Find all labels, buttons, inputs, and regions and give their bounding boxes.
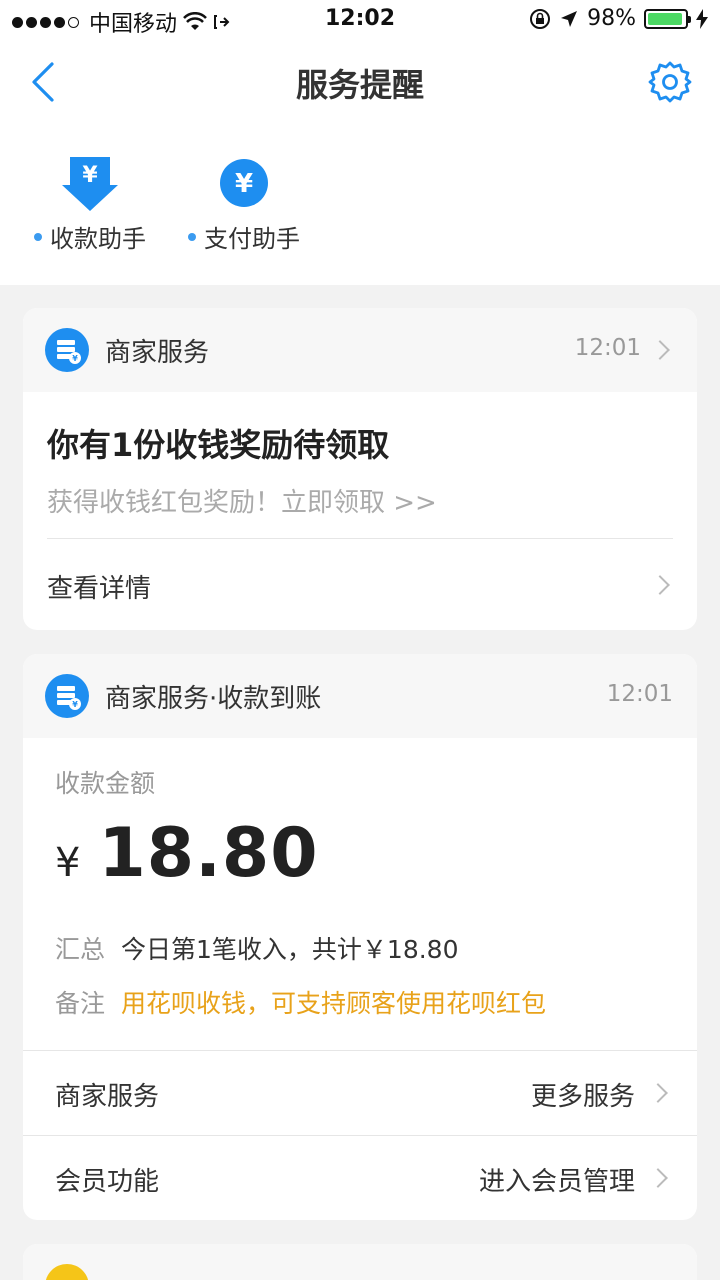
reward-title: 你有1份收钱奖励待领取 — [47, 426, 390, 464]
location-arrow-icon — [561, 10, 578, 27]
amount-label: 收款金额 — [55, 769, 156, 798]
service-name: 商家服务 — [105, 338, 210, 368]
svg-text:¥: ¥ — [235, 169, 253, 199]
summary-value: 今日第1笔收入，共计￥18.80 — [121, 935, 459, 964]
assistant-receive[interactable]: ¥ 收款助手 — [30, 155, 150, 254]
svg-text:¥: ¥ — [72, 354, 78, 363]
chevron-right-icon — [648, 1083, 668, 1103]
remark-row: 备注 用花呗收钱，可支持顾客使用花呗红包 — [55, 984, 546, 1020]
member-management-link[interactable]: 进入会员管理 — [479, 1161, 635, 1198]
currency-symbol: ¥ — [55, 840, 81, 886]
amount-display: ¥ 18.80 — [55, 814, 319, 893]
assistant-label: 支付助手 — [204, 225, 300, 253]
svg-text:¥: ¥ — [72, 700, 78, 709]
card-header: ¥ 商家服务 12:01 — [23, 308, 697, 392]
message-time: 12:01 — [574, 335, 641, 361]
row-label: 商家服务 — [55, 1082, 160, 1112]
status-right: 98% — [529, 6, 708, 31]
service-logo-icon — [45, 1264, 89, 1280]
more-services-link[interactable]: 更多服务 — [531, 1076, 635, 1113]
battery-icon — [644, 8, 691, 29]
summary-key: 汇总 — [55, 935, 106, 964]
remark-value: 用花呗收钱，可支持顾客使用花呗红包 — [121, 989, 547, 1018]
svg-text:¥: ¥ — [82, 163, 98, 188]
assistant-pay[interactable]: ¥ 支付助手 — [184, 155, 304, 254]
status-bar: 中国移动 12:02 98% — [0, 0, 720, 40]
remark-key: 备注 — [55, 989, 106, 1018]
battery-percent: 98% — [587, 6, 636, 31]
message-time: 12:01 — [606, 681, 673, 707]
receive-money-icon: ¥ — [62, 157, 118, 211]
charging-bolt-icon — [696, 8, 708, 29]
nav-bar: 服务提醒 — [0, 40, 720, 124]
reward-subtitle[interactable]: 获得收钱红包奖励！立即领取 >> — [47, 482, 437, 519]
card-header: ¥ 商家服务·收款到账 12:01 — [23, 654, 697, 738]
summary-row: 汇总 今日第1笔收入，共计￥18.80 — [55, 930, 459, 966]
row-label: 会员功能 — [55, 1167, 160, 1197]
chevron-right-icon — [650, 575, 670, 595]
amount-value: 18.80 — [98, 814, 319, 893]
next-card-partial[interactable] — [23, 1244, 697, 1280]
card-header — [23, 1244, 697, 1280]
member-function-row[interactable]: 会员功能 进入会员管理 — [23, 1136, 697, 1220]
chevron-right-icon — [650, 340, 670, 360]
orientation-lock-icon — [530, 8, 551, 29]
service-name: 商家服务·收款到账 — [105, 684, 322, 714]
view-details-link[interactable]: 查看详情 — [47, 568, 151, 605]
merchant-service-logo-icon: ¥ — [45, 674, 89, 718]
page-title: 服务提醒 — [295, 66, 424, 104]
chevron-right-icon — [648, 1168, 668, 1188]
gear-icon[interactable] — [648, 60, 692, 104]
reward-card[interactable]: ¥ 商家服务 12:01 你有1份收钱奖励待领取 获得收钱红包奖励！立即领取 >… — [23, 308, 697, 630]
assistant-label: 收款助手 — [50, 225, 146, 253]
pay-yen-icon: ¥ — [220, 159, 268, 207]
payment-received-card[interactable]: ¥ 商家服务·收款到账 12:01 收款金额 ¥ 18.80 汇总 今日第1笔收… — [23, 654, 697, 1220]
divider — [47, 538, 673, 539]
merchant-service-row[interactable]: 商家服务 更多服务 — [23, 1051, 697, 1135]
merchant-service-logo-icon: ¥ — [45, 328, 89, 372]
